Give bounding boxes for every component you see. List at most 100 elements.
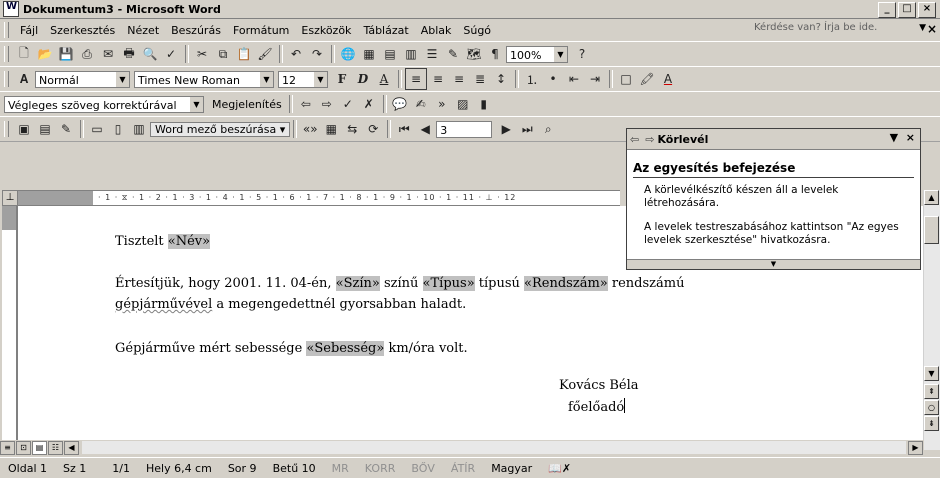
save-icon[interactable]: 💾 bbox=[56, 44, 76, 64]
status-overtype[interactable]: ÁTÍR bbox=[443, 462, 483, 475]
next-change-icon[interactable]: ⇨ bbox=[317, 94, 337, 114]
doc-line-speed[interactable]: Gépjárműve mért sebessége «Sebesség» km/… bbox=[115, 341, 468, 356]
hyperlink-icon[interactable]: 🌐 bbox=[338, 44, 358, 64]
display-for-review-select[interactable]: Végleges szöveg korrektúrával ▼ bbox=[4, 95, 204, 113]
chevron-down-icon[interactable]: ▼ bbox=[553, 46, 567, 62]
menu-view[interactable]: Nézet bbox=[121, 24, 165, 37]
menu-file[interactable]: Fájl bbox=[14, 24, 44, 37]
style-select[interactable]: Normál ▼ bbox=[35, 70, 130, 88]
track-changes-icon[interactable]: ✍ bbox=[411, 94, 431, 114]
back-arrow-icon[interactable]: ⇦ bbox=[627, 133, 642, 146]
redo-icon[interactable]: ↷ bbox=[307, 44, 327, 64]
format-painter-icon[interactable]: 🖌 bbox=[255, 44, 275, 64]
chevron-down-icon[interactable]: ▼ bbox=[259, 71, 273, 87]
propagate-labels-icon[interactable]: ⟳ bbox=[363, 119, 383, 139]
toolbar-grip[interactable] bbox=[4, 71, 9, 87]
scroll-thumb[interactable] bbox=[924, 216, 939, 244]
scroll-up-icon[interactable]: ▲ bbox=[924, 190, 939, 205]
task-pane-close-icon[interactable]: × bbox=[906, 131, 915, 144]
merge-field-sebesseg[interactable]: «Sebesség» bbox=[306, 341, 385, 356]
chevron-down-icon[interactable]: ▼ bbox=[313, 71, 327, 87]
record-number-field[interactable]: 3 bbox=[436, 120, 493, 138]
merge-field-tipus[interactable]: «Típus» bbox=[422, 276, 475, 291]
scroll-left-icon[interactable]: ◀ bbox=[64, 440, 79, 455]
styles-icon[interactable]: 𝐀 bbox=[14, 69, 34, 89]
font-select[interactable]: Times New Roman ▼ bbox=[134, 70, 274, 88]
align-right-icon[interactable]: ≡ bbox=[449, 69, 469, 89]
align-left-icon[interactable]: ≡ bbox=[405, 68, 427, 90]
insert-excel-icon[interactable]: ▥ bbox=[401, 44, 421, 64]
zoom-select[interactable]: 100% ▼ bbox=[506, 45, 568, 63]
drawing-icon[interactable]: ✎ bbox=[443, 44, 463, 64]
line-spacing-icon[interactable]: ↕ bbox=[491, 69, 511, 89]
underline-icon[interactable]: A bbox=[374, 69, 394, 89]
spelling-status-icon[interactable]: 📖✗ bbox=[540, 462, 579, 475]
insert-merge-fields-icon[interactable]: ▥ bbox=[129, 119, 149, 139]
next-record-icon[interactable]: ▶ bbox=[496, 119, 516, 139]
show-hide-icon[interactable]: ¶ bbox=[485, 44, 505, 64]
signature-name[interactable]: Kovács Béla bbox=[559, 378, 639, 393]
task-pane-menu-icon[interactable]: ▼ bbox=[890, 131, 898, 144]
match-fields-icon[interactable]: ⇆ bbox=[342, 119, 362, 139]
status-macro-record[interactable]: MR bbox=[324, 462, 357, 475]
paste-icon[interactable]: 📋 bbox=[234, 44, 254, 64]
print-layout-icon[interactable]: ▤ bbox=[32, 440, 47, 455]
font-color-icon[interactable]: A bbox=[658, 69, 678, 89]
border-icon[interactable]: □ bbox=[616, 69, 636, 89]
undo-icon[interactable]: ↶ bbox=[286, 44, 306, 64]
toolbar-options-icon[interactable]: » bbox=[432, 94, 452, 114]
close-button[interactable]: × bbox=[918, 2, 936, 18]
insert-address-block-icon[interactable]: ▭ bbox=[87, 119, 107, 139]
browse-object-icon[interactable]: ○ bbox=[924, 400, 939, 415]
toolbar-grip[interactable] bbox=[4, 22, 9, 38]
decrease-indent-icon[interactable]: ⇤ bbox=[564, 69, 584, 89]
open-folder-icon[interactable]: 📂 bbox=[35, 44, 55, 64]
previous-record-icon[interactable]: ◀ bbox=[415, 119, 435, 139]
insert-greeting-icon[interactable]: ▯ bbox=[108, 119, 128, 139]
chevron-down-icon[interactable]: ▼ bbox=[189, 96, 203, 112]
numbering-icon[interactable]: ⒈ bbox=[522, 69, 542, 89]
merge-field-szin[interactable]: «Szín» bbox=[335, 276, 380, 291]
accept-change-icon[interactable]: ✓ bbox=[338, 94, 358, 114]
open-data-source-icon[interactable]: ▤ bbox=[35, 119, 55, 139]
next-page-icon[interactable]: ⇟ bbox=[924, 416, 939, 431]
toolbar-grip[interactable] bbox=[4, 121, 9, 137]
insert-word-field-button[interactable]: Word mező beszúrása ▾ bbox=[150, 121, 291, 137]
help-icon[interactable]: ? bbox=[572, 44, 592, 64]
scroll-down-icon[interactable]: ▼ bbox=[924, 366, 939, 381]
scroll-right-icon[interactable]: ▶ bbox=[908, 440, 923, 455]
signature-title-line[interactable]: főelőadó bbox=[568, 398, 626, 415]
first-record-icon[interactable]: ⏮ bbox=[394, 119, 414, 139]
print-preview-icon[interactable]: 🔍 bbox=[140, 44, 160, 64]
help-dropdown-icon[interactable]: ▼ bbox=[919, 23, 926, 33]
maximize-button[interactable]: □ bbox=[898, 2, 916, 18]
menu-format[interactable]: Formátum bbox=[227, 24, 295, 37]
chevron-down-icon[interactable]: ▼ bbox=[115, 71, 129, 87]
previous-change-icon[interactable]: ⇦ bbox=[296, 94, 316, 114]
menu-insert[interactable]: Beszúrás bbox=[165, 24, 227, 37]
normal-view-icon[interactable]: ≡ bbox=[0, 440, 15, 455]
align-center-icon[interactable]: ≡ bbox=[428, 69, 448, 89]
status-track-changes[interactable]: KORR bbox=[357, 462, 404, 475]
permission-icon[interactable]: ⎙ bbox=[77, 44, 97, 64]
toolbar-grip[interactable] bbox=[4, 46, 9, 62]
minimize-button[interactable]: _ bbox=[878, 2, 896, 18]
print-icon[interactable]: 🖶 bbox=[119, 44, 139, 64]
task-pane-scroll-down-icon[interactable]: ▼ bbox=[627, 259, 920, 269]
bar-chart-icon[interactable]: ▮ bbox=[474, 94, 494, 114]
merge-field-nev[interactable]: «Név» bbox=[167, 234, 211, 249]
help-question-box[interactable]: Kérdése van? Írja be ide. bbox=[754, 22, 904, 33]
doc-line-greeting[interactable]: Tisztelt «Név» bbox=[115, 234, 211, 249]
menu-help[interactable]: Súgó bbox=[457, 24, 497, 37]
document-close-button[interactable]: × bbox=[927, 22, 937, 36]
status-language[interactable]: Magyar bbox=[483, 462, 540, 475]
cut-icon[interactable]: ✂ bbox=[192, 44, 212, 64]
word-app-icon[interactable] bbox=[3, 1, 19, 17]
show-menu-button[interactable]: Megjelenítés bbox=[208, 98, 286, 111]
outline-view-icon[interactable]: ☷ bbox=[48, 440, 63, 455]
justify-icon[interactable]: ≣ bbox=[470, 69, 490, 89]
spelling-icon[interactable]: ✓ bbox=[161, 44, 181, 64]
email-icon[interactable]: ✉ bbox=[98, 44, 118, 64]
tab-selector[interactable]: ⊥ bbox=[2, 190, 18, 206]
find-entry-icon[interactable]: ⌕ bbox=[538, 119, 558, 139]
